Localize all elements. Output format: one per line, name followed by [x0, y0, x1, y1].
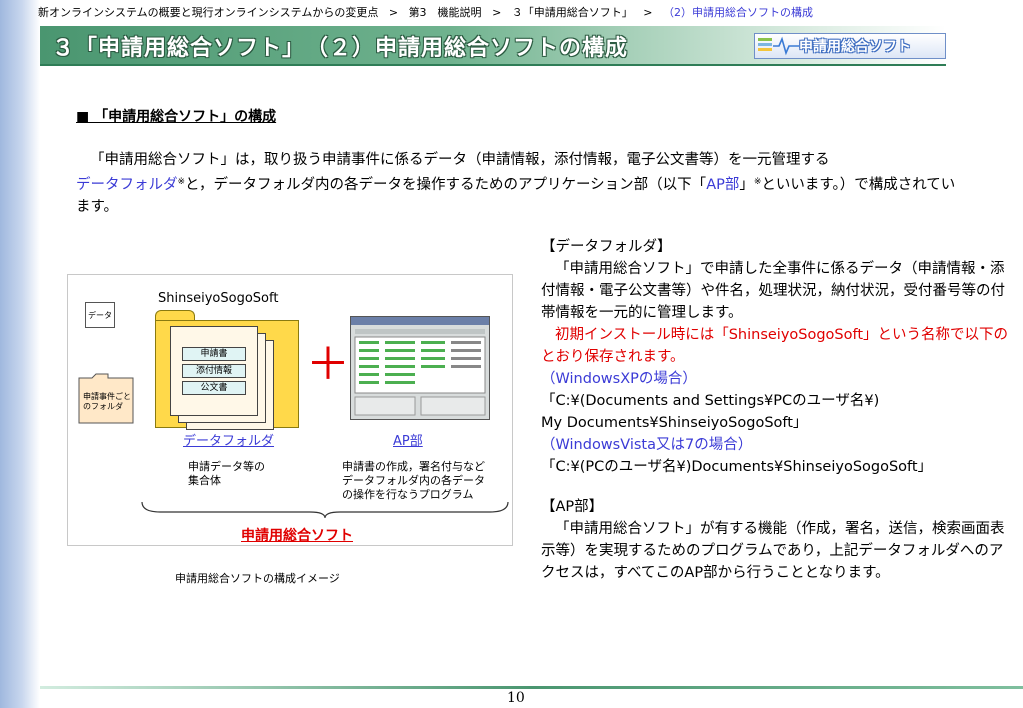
page-title: ３「申請用総合ソフト」 （２）申請用総合ソフトの構成	[52, 36, 629, 61]
data-folder-description: 申請データ等の 集合体	[188, 460, 265, 488]
logo: 申請用総合ソフト	[754, 33, 946, 59]
footnote-mark: ※	[177, 177, 186, 187]
figure-caption: 申請用総合ソフトの構成イメージ	[175, 572, 340, 585]
case-folder-label: 申請事件ごとのフォルダ	[83, 392, 131, 411]
logo-text: 申請用総合ソフト	[799, 39, 911, 55]
data-folder-heading: 【データフォルダ】	[541, 239, 672, 255]
data-folder-text: 「申請用総合ソフト」で申請した全事件に係るデータ（申請情報・添付情報・電子公文書…	[541, 261, 1005, 321]
plus-sign: ＋	[306, 339, 350, 390]
software-bracket-label: 申請用総合ソフト	[241, 528, 353, 544]
intro-text-2: と，データフォルダ内の各データを操作するためのアプリケーション部（以下「	[185, 177, 707, 193]
section-heading: ■ 「申請用総合ソフト」の構成	[76, 109, 277, 125]
install-note: 初期インストール時には「ShinseiyoSogoSoft」という名称で以下のと…	[541, 327, 1009, 365]
breadcrumb-item-2[interactable]: 第3 機能説明	[409, 6, 482, 19]
xp-path-line-2: My Documents¥ShinseiyoSogoSoft」	[541, 415, 808, 431]
ap-link[interactable]: AP部	[393, 430, 423, 449]
breadcrumb-separator: >	[388, 6, 399, 19]
desc-line: データフォルダ内の各データ	[342, 474, 485, 487]
data-file-icon: データ	[85, 302, 115, 328]
intro-ap-term: AP部	[706, 177, 740, 193]
desc-line: 申請書の作成，署名付与など	[342, 460, 485, 473]
page-number: 10	[507, 690, 525, 706]
breadcrumb-item-3[interactable]: ３「申請用総合ソフト」	[512, 6, 633, 19]
breadcrumb-current: （2）申請用総合ソフトの構成	[663, 6, 813, 19]
doc-label-attachment: 添付情報	[182, 364, 246, 378]
ap-heading: 【AP部】	[541, 499, 604, 515]
logo-wave-icon	[758, 36, 799, 56]
intro-data-folder-term: データフォルダ	[76, 177, 178, 193]
ap-screenshot-thumbnail	[350, 316, 490, 420]
right-description: 【データフォルダ】 「申請用総合ソフト」で申請した全事件に係るデータ（申請情報・…	[541, 236, 1011, 584]
intro-text-1: 「申請用総合ソフト」は，取り扱う申請事件に係るデータ（申請情報，添付情報，電子公…	[90, 152, 830, 168]
ap-text: 「申請用総合ソフト」が有する機能（作成，署名，送信，検索画面表示等）を実現するた…	[541, 521, 1005, 581]
intro-text-3: 」	[739, 177, 754, 193]
vista-path: 「C:¥(PCのユーザ名¥)Documents¥ShinseiyoSogoSof…	[541, 459, 933, 475]
data-file-label: データ	[88, 310, 112, 320]
intro-paragraph: 「申請用総合ソフト」は，取り扱う申請事件に係るデータ（申請情報，添付情報，電子公…	[76, 149, 956, 218]
breadcrumb: 新オンラインシステムの概要と現行オンラインシステムからの変更点 > 第3 機能説…	[38, 4, 813, 20]
xp-path-line-1: 「C:¥(Documents and Settings¥PCのユーザ名¥)	[541, 393, 880, 409]
vista-heading: （WindowsVista又は7の場合）	[541, 437, 753, 453]
grouping-bracket	[141, 501, 509, 519]
doc-label-official-doc: 公文書	[182, 381, 246, 395]
desc-line: 集合体	[188, 474, 221, 487]
doc-label-application: 申請書	[182, 347, 246, 361]
xp-heading: （WindowsXPの場合）	[541, 371, 697, 387]
ap-description: 申請書の作成，署名付与など データフォルダ内の各データ の操作を行なうプログラム	[342, 460, 485, 502]
app-window-icon	[351, 317, 489, 416]
data-folder-link[interactable]: データフォルダ	[183, 430, 274, 449]
breadcrumb-separator: >	[643, 6, 653, 19]
left-gradient-bar	[0, 0, 40, 708]
breadcrumb-item-1[interactable]: 新オンラインシステムの概要と現行オンラインシステムからの変更点	[38, 6, 378, 19]
software-name-label: ShinseiyoSogoSoft	[158, 291, 279, 306]
desc-line: 申請データ等の	[188, 460, 265, 473]
footer-line	[40, 686, 1023, 689]
breadcrumb-separator: >	[492, 6, 502, 19]
